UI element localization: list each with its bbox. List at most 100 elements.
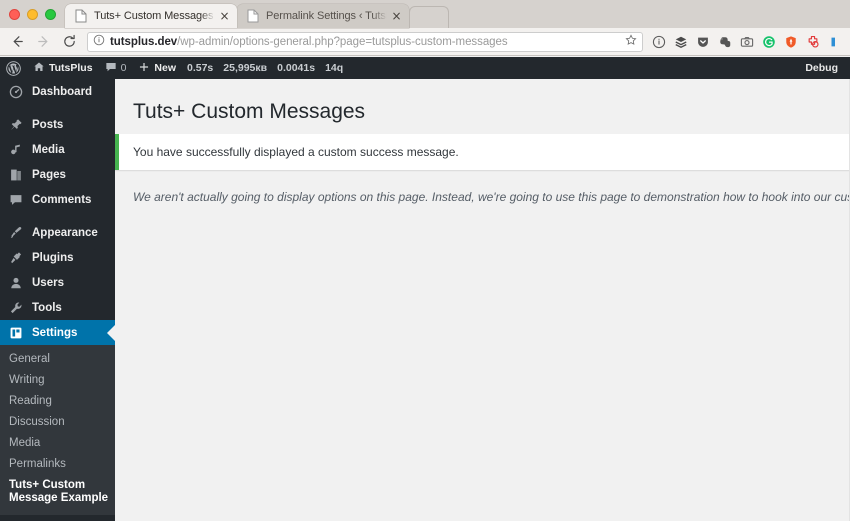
home-icon	[33, 61, 45, 76]
sidebar-label: Media	[32, 143, 65, 156]
debug-stat-memory[interactable]: 25,995кв	[218, 57, 272, 79]
close-icon[interactable]: ×	[218, 9, 231, 23]
star-icon[interactable]	[625, 33, 637, 51]
submenu-item-tutsplus-custom-message-example[interactable]: Tuts+ Custom Message Example	[0, 475, 115, 509]
sidebar-item-plugins[interactable]: Plugins	[0, 245, 115, 270]
wordpress-logo-icon[interactable]	[0, 57, 27, 79]
menu-separator	[0, 212, 115, 220]
sidebar-item-comments[interactable]: Comments	[0, 187, 115, 212]
plug-icon	[9, 251, 27, 265]
tab-title: Tuts+ Custom Messages ‹ Tuts	[94, 10, 215, 22]
dashboard-gauge-icon	[9, 85, 27, 99]
submenu-item-writing[interactable]: Writing	[0, 370, 115, 391]
browser-tab-inactive[interactable]: Permalink Settings ‹ TutsPlus - ×	[237, 4, 409, 28]
sidebar-label: Tools	[32, 301, 62, 314]
sidebar-label: Users	[32, 276, 64, 289]
browser-window: Tuts+ Custom Messages ‹ Tuts × Permalink…	[0, 0, 850, 521]
comment-bubble-icon	[105, 61, 117, 76]
debug-stat-query-time[interactable]: 0.0041s	[272, 57, 320, 79]
admin-content-area: Tuts+ Custom Messages You have successfu…	[115, 79, 850, 521]
sidebar-item-dashboard[interactable]: Dashboard	[0, 79, 115, 104]
sidebar-label: Pages	[32, 168, 66, 181]
media-icon	[9, 143, 27, 157]
sidebar-item-posts[interactable]: Posts	[0, 112, 115, 137]
sidebar-item-appearance[interactable]: Appearance	[0, 220, 115, 245]
url-domain: tutsplus.dev	[110, 35, 178, 48]
zoom-window-button[interactable]	[45, 9, 56, 20]
browser-toolbar: tutsplus.dev/wp-admin/options-general.ph…	[0, 28, 850, 56]
site-name-label: TutsPlus	[49, 62, 93, 74]
page-icon	[247, 9, 259, 23]
url-text: tutsplus.dev/wp-admin/options-general.ph…	[110, 36, 621, 48]
url-path: /wp-admin/options-general.php?page=tutsp…	[177, 35, 508, 48]
sidebar-label: Plugins	[32, 251, 74, 264]
blue-bar-icon[interactable]	[824, 31, 845, 53]
new-label: New	[154, 62, 176, 74]
sidebar-item-media[interactable]: Media	[0, 137, 115, 162]
back-arrow-icon[interactable]	[4, 30, 30, 54]
page-description: We aren't actually going to display opti…	[133, 190, 850, 205]
extension-icons	[648, 31, 846, 53]
notice-text: You have successfully displayed a custom…	[133, 145, 459, 160]
info-circle-icon[interactable]	[93, 33, 105, 51]
comments-menu[interactable]: 0	[99, 57, 133, 79]
pages-icon	[9, 168, 27, 182]
close-window-button[interactable]	[9, 9, 20, 20]
new-tab-button[interactable]	[409, 6, 449, 28]
wp-body: Dashboard Posts Media Pages Comments App…	[0, 79, 850, 521]
orange-shield-icon[interactable]	[780, 31, 801, 53]
admin-sidebar-menu: Dashboard Posts Media Pages Comments App…	[0, 79, 115, 521]
debug-menu[interactable]: Debug	[805, 62, 850, 74]
page-wrap: Tuts+ Custom Messages You have successfu…	[115, 79, 850, 206]
submenu-item-general[interactable]: General	[0, 349, 115, 370]
page-title: Tuts+ Custom Messages	[133, 100, 366, 123]
forward-arrow-icon	[30, 30, 56, 54]
debug-stat-queries[interactable]: 14q	[320, 57, 348, 79]
new-content-menu[interactable]: New	[132, 57, 182, 79]
address-bar[interactable]: tutsplus.dev/wp-admin/options-general.ph…	[87, 31, 643, 52]
pocket-shield-icon[interactable]	[692, 31, 713, 53]
clock-plus-icon[interactable]	[802, 31, 823, 53]
comments-count: 0	[120, 62, 127, 74]
tab-strip: Tuts+ Custom Messages ‹ Tuts × Permalink…	[0, 0, 850, 28]
page-icon	[75, 9, 87, 23]
sidebar-item-pages[interactable]: Pages	[0, 162, 115, 187]
sidebar-label: Comments	[32, 193, 92, 206]
settings-submenu: General Writing Reading Discussion Media…	[0, 345, 115, 515]
tab-title: Permalink Settings ‹ TutsPlus -	[266, 10, 387, 22]
user-icon	[9, 276, 27, 290]
evernote-elephant-icon[interactable]	[714, 31, 735, 53]
site-name-menu[interactable]: TutsPlus	[27, 57, 99, 79]
plus-icon	[138, 61, 150, 76]
settings-sliders-icon	[9, 326, 27, 340]
info-circle-icon[interactable]	[648, 31, 669, 53]
browser-tab-active[interactable]: Tuts+ Custom Messages ‹ Tuts ×	[65, 4, 237, 28]
layers-stack-icon[interactable]	[670, 31, 691, 53]
sidebar-item-settings[interactable]: Settings	[0, 320, 115, 345]
success-notice: You have successfully displayed a custom…	[115, 134, 850, 171]
submenu-item-discussion[interactable]: Discussion	[0, 412, 115, 433]
wordpress-admin: TutsPlus 0 New 0.57s 25,995кв 0.0041s 14…	[0, 57, 850, 521]
debug-stat-time[interactable]: 0.57s	[182, 57, 218, 79]
window-controls	[0, 9, 65, 28]
sidebar-item-tools[interactable]: Tools	[0, 295, 115, 320]
menu-separator	[0, 104, 115, 112]
sidebar-label: Posts	[32, 118, 64, 131]
submenu-item-permalinks[interactable]: Permalinks	[0, 454, 115, 475]
comment-bubble-icon	[9, 193, 27, 207]
sidebar-item-users[interactable]: Users	[0, 270, 115, 295]
sidebar-label: Settings	[32, 326, 78, 339]
reload-icon[interactable]	[56, 30, 82, 54]
sidebar-label: Dashboard	[32, 85, 93, 98]
paintbrush-icon	[9, 226, 27, 240]
grammarly-g-icon[interactable]	[758, 31, 779, 53]
camera-screenshot-icon[interactable]	[736, 31, 757, 53]
minimize-window-button[interactable]	[27, 9, 38, 20]
submenu-item-media[interactable]: Media	[0, 433, 115, 454]
wp-admin-bar: TutsPlus 0 New 0.57s 25,995кв 0.0041s 14…	[0, 57, 850, 79]
wrench-icon	[9, 301, 27, 315]
submenu-item-reading[interactable]: Reading	[0, 391, 115, 412]
sidebar-label: Appearance	[32, 226, 98, 239]
close-icon[interactable]: ×	[390, 9, 403, 23]
pin-icon	[9, 118, 27, 132]
